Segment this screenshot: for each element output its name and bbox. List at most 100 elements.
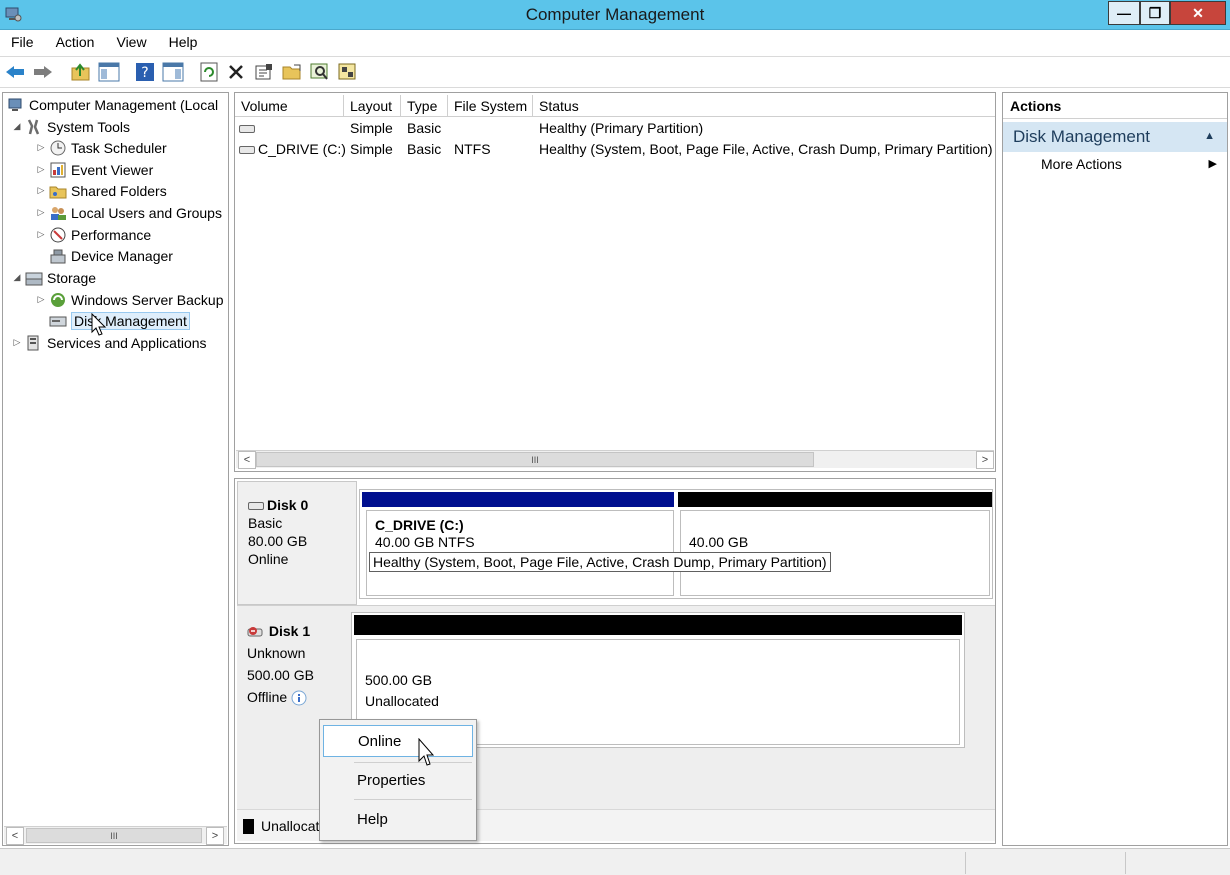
column-header-file-system[interactable]: File System	[448, 95, 533, 117]
action-more-actions[interactable]: More Actions ▶	[1003, 154, 1227, 176]
partition-bar-unallocated	[678, 492, 992, 507]
tree-label: Storage	[47, 269, 97, 286]
actions-section-disk-management[interactable]: Disk Management ▲	[1003, 122, 1227, 152]
forward-icon[interactable]	[32, 61, 54, 83]
legend-unallocated-label: Unallocate	[261, 818, 328, 834]
column-header-layout[interactable]: Layout	[344, 95, 401, 117]
menu-view[interactable]: View	[105, 34, 157, 50]
tree-label: Event Viewer	[71, 161, 154, 178]
drive-icon	[239, 125, 255, 134]
actions-pane: Actions Disk Management ▲ More Actions ▶	[1002, 92, 1228, 846]
tree-item-device-manager[interactable]: Device Manager	[49, 245, 173, 266]
collapse-triangle-icon[interactable]: ▲	[1204, 130, 1215, 142]
collapse-arrow-icon[interactable]: ◢	[11, 121, 23, 132]
scroll-thumb[interactable]: III	[256, 452, 814, 467]
disk-1-type: Unknown	[247, 645, 306, 661]
expand-arrow-icon[interactable]: ▷	[35, 294, 47, 305]
expand-arrow-icon[interactable]: ▷	[35, 142, 47, 153]
properties-icon[interactable]	[253, 61, 275, 83]
tree-item-performance[interactable]: ▷ Performance	[35, 224, 152, 245]
disk-1-label[interactable]: Disk 1 Unknown 500.00 GB Offline	[247, 620, 314, 708]
menu-item-help[interactable]: Help	[323, 803, 473, 835]
expand-arrow-icon[interactable]: ▷	[35, 229, 47, 240]
settings-icon[interactable]	[337, 61, 359, 83]
disk-icon	[248, 502, 264, 511]
info-icon[interactable]	[291, 690, 307, 706]
menu-item-online[interactable]: Online	[323, 725, 473, 757]
performance-icon	[50, 227, 66, 242]
help-icon[interactable]: ?	[134, 61, 156, 83]
tree-item-local-users-groups[interactable]: ▷ Local Users and Groups	[35, 202, 222, 223]
tree-item-windows-server-backup[interactable]: ▷ Windows Server Backup	[35, 289, 224, 310]
expand-arrow-icon[interactable]: ▷	[35, 164, 47, 175]
scroll-thumb[interactable]: III	[26, 828, 202, 843]
volume-row[interactable]: C_DRIVE (C:) Simple Basic NTFS Healthy (…	[235, 139, 995, 160]
tree-item-disk-management[interactable]: Disk Management	[49, 310, 190, 331]
mouse-cursor-icon	[91, 313, 107, 336]
volume-status: Healthy (System, Boot, Page File, Active…	[539, 141, 993, 157]
column-header-status[interactable]: Status	[533, 95, 995, 117]
menu-bar: File Action View Help	[0, 30, 1230, 54]
column-header-volume[interactable]: Volume	[235, 95, 344, 117]
tree-item-computer-management[interactable]: Computer Management (Local	[7, 94, 218, 115]
scroll-right-icon[interactable]: >	[976, 451, 994, 469]
volume-list: Volume Layout Type File System Status Si…	[234, 92, 996, 472]
drive-icon	[239, 146, 255, 155]
volume-name: C_DRIVE (C:)	[258, 141, 346, 157]
disk-0-label[interactable]: Disk 0 Basic 80.00 GB Online	[237, 481, 357, 605]
collapse-arrow-icon[interactable]: ◢	[11, 272, 23, 283]
show-hide-console-tree-icon[interactable]	[98, 61, 120, 83]
tree-label: Device Manager	[71, 247, 173, 264]
menu-action[interactable]: Action	[45, 34, 106, 50]
tree-label: Local Users and Groups	[71, 204, 222, 221]
volume-horizontal-scrollbar[interactable]: < III >	[236, 450, 994, 469]
scroll-left-icon[interactable]: <	[238, 451, 256, 469]
actions-header: Actions	[1003, 93, 1227, 119]
disk-0-state: Online	[248, 551, 289, 567]
toolbar: ?	[0, 56, 1230, 88]
menu-file[interactable]: File	[0, 34, 45, 50]
scroll-right-icon[interactable]: >	[206, 827, 224, 845]
volume-type: Basic	[407, 120, 442, 136]
expand-arrow-icon[interactable]: ▷	[35, 207, 47, 218]
expand-arrow-icon[interactable]: ▷	[35, 185, 47, 196]
menu-item-properties[interactable]: Properties	[323, 764, 473, 796]
refresh-icon[interactable]	[198, 61, 220, 83]
tree-horizontal-scrollbar[interactable]: < III >	[4, 826, 227, 845]
expand-arrow-icon[interactable]: ▷	[11, 337, 23, 348]
services-icon	[27, 335, 39, 350]
close-button[interactable]: ✕	[1170, 1, 1226, 25]
tree-item-system-tools[interactable]: ◢ System Tools	[11, 116, 130, 137]
tree-item-event-viewer[interactable]: ▷ Event Viewer	[35, 159, 154, 180]
zoom-icon[interactable]	[309, 61, 331, 83]
shared-folder-icon	[49, 186, 67, 198]
console-tree: Computer Management (Local ◢ System Tool…	[2, 92, 229, 846]
volume-row[interactable]: Simple Basic Healthy (Primary Partition)	[235, 118, 995, 139]
volume-file-system: NTFS	[454, 141, 491, 157]
storage-icon	[25, 272, 43, 285]
tree-label: Task Scheduler	[71, 139, 167, 156]
submenu-arrow-icon: ▶	[1208, 158, 1217, 170]
menu-help[interactable]: Help	[158, 34, 209, 50]
open-icon[interactable]	[281, 61, 303, 83]
tree-label: Disk Management	[71, 311, 190, 330]
up-folder-icon[interactable]	[70, 61, 92, 83]
minimize-button[interactable]: —	[1108, 1, 1140, 25]
mouse-cursor-icon	[418, 738, 434, 766]
tree-item-task-scheduler[interactable]: ▷ Task Scheduler	[35, 137, 167, 158]
offline-disk-icon	[247, 627, 263, 637]
delete-icon[interactable]	[225, 61, 247, 83]
tree-item-shared-folders[interactable]: ▷ Shared Folders	[35, 180, 167, 201]
region-size: 500.00 GB	[365, 672, 432, 688]
event-viewer-icon	[50, 162, 66, 177]
show-hide-action-pane-icon[interactable]	[162, 61, 184, 83]
column-header-type[interactable]: Type	[401, 95, 448, 117]
tree-item-services-applications[interactable]: ▷ Services and Applications	[11, 332, 207, 353]
computer-management-icon	[8, 98, 22, 111]
back-icon[interactable]	[4, 61, 26, 83]
scroll-left-icon[interactable]: <	[6, 827, 24, 845]
status-bar	[0, 848, 1230, 875]
tree-item-storage[interactable]: ◢ Storage	[11, 267, 97, 288]
volume-status: Healthy (Primary Partition)	[539, 120, 704, 136]
restore-button[interactable]: ❐	[1140, 1, 1170, 25]
